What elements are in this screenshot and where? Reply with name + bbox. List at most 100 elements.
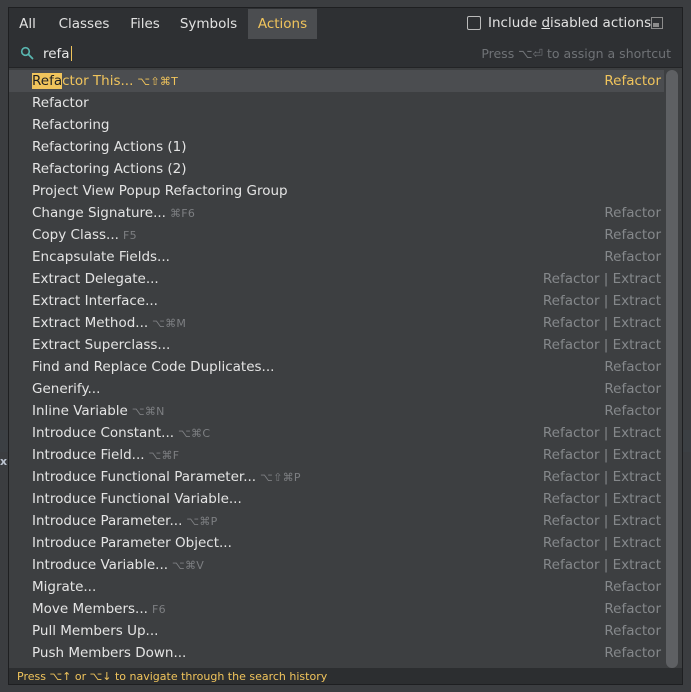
result-name: Introduce Constant... ⌥⌘C — [32, 425, 211, 441]
result-group: Refactor | Extract — [542, 469, 661, 485]
result-group: Refactor | Extract — [542, 557, 661, 573]
tab-files[interactable]: Files — [122, 9, 168, 39]
result-shortcut: F6 — [151, 603, 166, 616]
result-name: Copy Class... F5 — [32, 227, 137, 243]
search-bar: refa Press ⌥⏎ to assign a shortcut — [9, 40, 682, 68]
result-shortcut: ⌥⌘P — [186, 515, 218, 528]
include-disabled-checkbox[interactable] — [467, 16, 481, 30]
result-row[interactable]: Migrate... Refactor — [9, 576, 664, 598]
result-row[interactable]: Extract Method... ⌥⌘M Refactor | Extract — [9, 312, 664, 334]
result-group: Refactor — [604, 579, 661, 595]
result-group: Refactor | Extract — [542, 271, 661, 287]
result-row[interactable]: Project View Popup Refactoring Group — [9, 180, 664, 202]
result-name: Introduce Field... ⌥⌘F — [32, 447, 180, 463]
result-shortcut: ⌥⌘C — [178, 427, 211, 440]
result-group: Refactor | Extract — [542, 513, 661, 529]
result-row[interactable]: Introduce Functional Parameter... ⌥⇧⌘P Ref… — [9, 466, 664, 488]
result-name: Extract Method... ⌥⌘M — [32, 315, 187, 331]
result-name: Refactoring Actions (2) — [32, 161, 187, 177]
result-name: Encapsulate Fields... — [32, 249, 170, 265]
search-input[interactable]: refa — [43, 44, 343, 64]
result-name: Move Members... F6 — [32, 601, 166, 617]
result-name: Extract Delegate... — [32, 271, 159, 287]
tab-actions[interactable]: Actions — [248, 9, 317, 39]
result-row[interactable]: Refactor — [9, 92, 664, 114]
result-name: Find and Replace Code Duplicates... — [32, 359, 275, 375]
result-group: Refactor | Extract — [542, 315, 661, 331]
result-name: Migrate... — [32, 579, 97, 595]
search-icon — [20, 46, 34, 60]
result-name: Refactor — [32, 95, 89, 111]
pin-window-icon[interactable] — [651, 17, 663, 29]
result-row[interactable]: Introduce Parameter Object... Refactor | … — [9, 532, 664, 554]
result-group: Refactor — [604, 249, 661, 265]
result-row[interactable]: Extract Interface... Refactor | Extract — [9, 290, 664, 312]
result-row[interactable]: Introduce Variable... ⌥⌘V Refactor | Extra… — [9, 554, 664, 576]
result-row[interactable]: Generify... Refactor — [9, 378, 664, 400]
result-row[interactable]: Inline Variable ⌥⌘N Refactor — [9, 400, 664, 422]
result-name: Inline Variable ⌥⌘N — [32, 403, 165, 419]
result-row[interactable]: Push Members Down... Refactor — [9, 642, 664, 664]
tab-classes[interactable]: Classes — [48, 9, 120, 39]
result-row[interactable]: Introduce Parameter... ⌥⌘P Refactor | Extr… — [9, 510, 664, 532]
result-row[interactable]: Introduce Constant... ⌥⌘C Refactor | Extra… — [9, 422, 664, 444]
result-name: Pull Members Up... — [32, 623, 159, 639]
result-row[interactable]: Move Members... F6 Refactor — [9, 598, 664, 620]
result-row[interactable]: Encapsulate Fields... Refactor — [9, 246, 664, 268]
result-group: Refactor — [604, 645, 661, 661]
shortcut-hint: Press ⌥⏎ to assign a shortcut — [481, 46, 671, 61]
result-name: Refactoring Actions (1) — [32, 139, 187, 155]
result-row[interactable]: Refactoring — [9, 114, 664, 136]
result-name: Generify... — [32, 381, 101, 397]
scope-tab-bar: All Classes Files Symbols Actions Includ… — [9, 8, 682, 40]
result-row[interactable]: Find and Replace Code Duplicates... Refac… — [9, 356, 664, 378]
tab-all[interactable]: All — [9, 9, 46, 39]
result-group: Refactor — [604, 227, 661, 243]
scrollbar-thumb[interactable] — [666, 70, 678, 668]
result-shortcut: ⌥⌘F — [148, 449, 180, 462]
result-row[interactable]: Introduce Field... ⌥⌘F Refactor | Extract — [9, 444, 664, 466]
include-disabled-label[interactable]: Include disabled actions — [488, 15, 651, 31]
result-shortcut: ⌥⇧⌘P — [260, 471, 301, 484]
result-row[interactable]: Refactoring Actions (1) — [9, 136, 664, 158]
background-close-glyph: x — [0, 455, 8, 468]
result-name: Introduce Parameter... ⌥⌘P — [32, 513, 218, 529]
result-row[interactable]: Introduce Functional Variable... Refactor… — [9, 488, 664, 510]
result-name: Extract Interface... — [32, 293, 158, 309]
result-shortcut: F5 — [122, 229, 137, 242]
result-name: Introduce Functional Variable... — [32, 491, 242, 507]
result-shortcut: ⌥⌘V — [172, 559, 205, 572]
result-row[interactable]: Extract Delegate... Refactor | Extract — [9, 268, 664, 290]
result-name: Extract Superclass... — [32, 337, 171, 353]
results-list: Refactor This... ⌥⇧⌘T Refactor Refactor Refa… — [9, 70, 664, 668]
result-group: Refactor | Extract — [542, 425, 661, 441]
results-scrollbar[interactable] — [666, 70, 678, 668]
result-group: Refactor — [604, 381, 661, 397]
result-group: Refactor — [604, 359, 661, 375]
result-shortcut: ⌘F6 — [169, 207, 196, 220]
result-name: Refactoring — [32, 117, 110, 133]
match-highlight: Refa — [32, 73, 63, 89]
result-name: Push Members Down... — [32, 645, 187, 661]
result-group: Refactor | Extract — [542, 491, 661, 507]
result-group: Refactor | Extract — [542, 293, 661, 309]
footer-hint: Press ⌥↑ or ⌥↓ to navigate through the s… — [9, 668, 682, 684]
result-shortcut: ⌥⌘M — [152, 317, 187, 330]
result-name: Introduce Parameter Object... — [32, 535, 232, 551]
result-group: Refactor — [604, 601, 661, 617]
result-row[interactable]: Refactor This... ⌥⇧⌘T Refactor — [9, 70, 664, 92]
result-group: Refactor | Extract — [542, 535, 661, 551]
result-row[interactable]: Pull Members Up... Refactor — [9, 620, 664, 642]
result-row[interactable]: Refactoring Actions (2) — [9, 158, 664, 180]
result-row[interactable]: Change Signature... ⌘F6 Refactor — [9, 202, 664, 224]
result-name: Introduce Variable... ⌥⌘V — [32, 557, 205, 573]
text-caret — [70, 46, 72, 61]
result-name: Project View Popup Refactoring Group — [32, 183, 288, 199]
result-group: Refactor — [604, 623, 661, 639]
result-shortcut: ⌥⌘N — [131, 405, 165, 418]
result-row[interactable]: Extract Superclass... Refactor | Extract — [9, 334, 664, 356]
tab-symbols[interactable]: Symbols — [170, 9, 247, 39]
result-row[interactable]: Copy Class... F5 Refactor — [9, 224, 664, 246]
result-group: Refactor — [604, 73, 661, 89]
search-everywhere-popup: All Classes Files Symbols Actions Includ… — [8, 7, 683, 685]
